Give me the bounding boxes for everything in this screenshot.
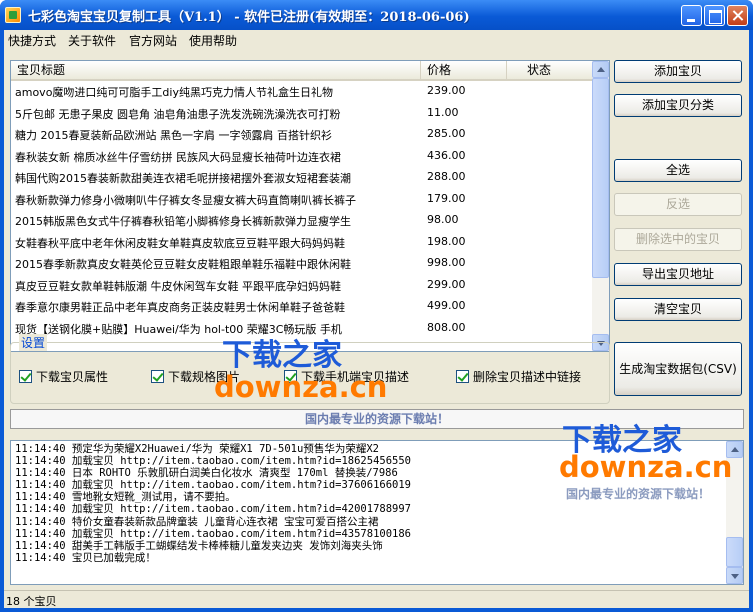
menu-about[interactable]: 关于软件 xyxy=(68,32,116,49)
watermark-tagline: 国内最专业的资源下载站！ xyxy=(566,487,711,501)
close-button[interactable] xyxy=(727,5,748,26)
minimize-button[interactable] xyxy=(681,5,702,26)
table-row[interactable]: 春秋新款弹力修身小微喇叭牛仔裤女冬显瘦女裤大码直筒喇叭裤长裤子 179.00 xyxy=(11,189,593,211)
row-price: 179.00 xyxy=(427,191,466,205)
checkbox-label: 删除宝贝描述中链接 xyxy=(473,370,582,384)
app-window: 七彩色淘宝宝贝复制工具（V1.1） - 软件已注册(有效期至：2018-06-0… xyxy=(0,0,753,612)
item-count: 18 个宝贝 xyxy=(6,595,57,608)
scroll-up-arrow-icon[interactable] xyxy=(592,61,609,78)
row-title: 春季意尔康男鞋正品中老年真皮商务正装皮鞋男士休闲单鞋子爸爸鞋 xyxy=(15,301,345,314)
log-line: 11:14:40 宝贝已加载完成！ xyxy=(15,551,156,564)
table-row[interactable]: 5斤包邮 无患子果皮 圆皂角 油皂角油患子洗发洗碗洗澡洗衣可打粉 11.00 xyxy=(11,103,593,125)
row-title: 韩国代购2015春装新款甜美连衣裙毛呢拼接裙摆外套淑女短裙套装潮 xyxy=(15,172,351,185)
add-category-button[interactable]: 添加宝贝分类 xyxy=(614,94,742,117)
menu-bar: 快捷方式 关于软件 官方网站 使用帮助 xyxy=(4,30,749,50)
checkbox-check-icon[interactable] xyxy=(456,370,469,383)
settings-label: 设置 xyxy=(19,334,48,351)
checkbox-label: 下载宝贝属性 xyxy=(36,370,109,384)
row-title: 现货【送钢化膜+贴膜】Huawei/华为 hol-t00 荣耀3C畅玩版 手机 xyxy=(15,322,342,336)
list-scrollbar[interactable] xyxy=(592,61,609,351)
row-title: 春秋装女新 棉质冰丝牛仔雪纺拼 民族风大码显瘦长袖荷叶边连衣裙 xyxy=(15,150,341,164)
row-price: 11.00 xyxy=(427,105,459,119)
row-price: 198.00 xyxy=(427,234,466,248)
app-icon xyxy=(5,7,21,23)
scroll-thumb[interactable] xyxy=(592,78,609,278)
export-urls-button[interactable]: 导出宝贝地址 xyxy=(614,263,742,286)
log-line: 11:14:40 甜美手工韩版手工蝴蝶结发卡棒棒糖儿童发夹边夹 发饰刘海夹头饰 xyxy=(15,539,383,552)
table-row[interactable]: 春季意尔康男鞋正品中老年真皮商务正装皮鞋男士休闲单鞋子爸爸鞋 499.00 xyxy=(11,296,593,318)
row-title: 糖力 2015春夏装新品欧洲站 黑色一字肩 一字领露肩 百搭针织衫 xyxy=(15,129,332,142)
list-header: 宝贝标题 价格 状态 xyxy=(11,61,593,81)
row-price: 998.00 xyxy=(427,256,466,269)
title-bar[interactable]: 七彩色淘宝宝贝复制工具（V1.1） - 软件已注册(有效期至：2018-06-0… xyxy=(0,0,753,30)
status-bar: 18 个宝贝 xyxy=(4,590,749,608)
column-status[interactable]: 状态 xyxy=(507,61,593,81)
add-item-button[interactable]: 添加宝贝 xyxy=(614,60,742,83)
table-row[interactable]: 女鞋春秋平底中老年休闲皮鞋女单鞋真皮软底豆豆鞋平跟大码妈妈鞋 198.00 xyxy=(11,232,593,254)
row-title: 女鞋春秋平底中老年休闲皮鞋女单鞋真皮软底豆豆鞋平跟大码妈妈鞋 xyxy=(15,236,345,250)
window-title: 七彩色淘宝宝贝复制工具（V1.1） - 软件已注册(有效期至：2018-06-0… xyxy=(28,10,470,25)
table-row[interactable]: 糖力 2015春夏装新品欧洲站 黑色一字肩 一字领露肩 百搭针织衫 285.00 xyxy=(11,124,593,146)
row-price: 285.00 xyxy=(427,127,466,140)
client-area: 快捷方式 关于软件 官方网站 使用帮助 宝贝标题 价格 状态 amovo魔吻进口… xyxy=(4,30,749,608)
checkbox-download-attributes[interactable]: 下载宝贝属性 xyxy=(19,368,108,385)
checkbox-check-icon[interactable] xyxy=(151,370,164,383)
invert-selection-button[interactable]: 反选 xyxy=(614,193,742,216)
watermark-logo-cn: 下载之家 xyxy=(222,338,342,373)
table-row[interactable]: 春秋装女新 棉质冰丝牛仔雪纺拼 民族风大码显瘦长袖荷叶边连衣裙 436.00 xyxy=(11,146,593,168)
generate-csv-button[interactable]: 生成淘宝数据包(CSV) xyxy=(614,342,742,396)
table-row[interactable]: 2015韩版黑色女式牛仔裤春秋铅笔小脚裤修身长裤新款弹力显瘦学生 98.00 xyxy=(11,210,593,232)
row-title: 2015韩版黑色女式牛仔裤春秋铅笔小脚裤修身长裤新款弹力显瘦学生 xyxy=(15,215,351,228)
row-price: 499.00 xyxy=(427,299,466,312)
delete-selected-button[interactable]: 删除选中的宝贝 xyxy=(614,228,742,251)
row-price: 436.00 xyxy=(427,148,466,162)
checkbox-check-icon[interactable] xyxy=(19,370,32,383)
select-all-button[interactable]: 全选 xyxy=(614,159,742,182)
maximize-button[interactable] xyxy=(704,5,725,26)
row-title: 5斤包邮 无患子果皮 圆皂角 油皂角油患子洗发洗碗洗澡洗衣可打粉 xyxy=(15,107,341,121)
scroll-down-arrow-icon[interactable] xyxy=(726,567,743,584)
table-row[interactable]: 2015春季新款真皮女鞋英伦豆豆鞋女皮鞋粗跟单鞋乐福鞋中跟休闲鞋 998.00 xyxy=(11,253,593,275)
table-row[interactable]: 韩国代购2015春装新款甜美连衣裙毛呢拼接裙摆外套淑女短裙套装潮 288.00 xyxy=(11,167,593,189)
menu-website[interactable]: 官方网站 xyxy=(129,32,177,49)
row-price: 808.00 xyxy=(427,320,466,334)
scroll-thumb[interactable] xyxy=(726,537,743,567)
row-title: 春秋新款弹力修身小微喇叭牛仔裤女冬显瘦女裤大码直筒喇叭裤长裤子 xyxy=(15,193,356,207)
row-price: 239.00 xyxy=(427,84,466,97)
table-row[interactable]: 真皮豆豆鞋女款单鞋韩版潮 牛皮休闲驾车女鞋 平跟平底孕妇妈妈鞋 299.00 xyxy=(11,275,593,297)
row-title: amovo魔吻进口纯可可脂手工diy纯黑巧克力情人节礼盒生日礼物 xyxy=(15,86,333,99)
row-price: 288.00 xyxy=(427,170,466,183)
column-price[interactable]: 价格 xyxy=(421,61,507,81)
log-line: 11:14:40 特价女童春装新款品牌童装 儿童背心连衣裙 宝宝可爱百搭公主裙 xyxy=(15,515,379,528)
log-line: 11:14:40 加载宝贝 http://item.taobao.com/ite… xyxy=(15,527,412,540)
item-list[interactable]: 宝贝标题 价格 状态 amovo魔吻进口纯可可脂手工diy纯黑巧克力情人节礼盒生… xyxy=(10,60,610,352)
watermark-logo-en-2: downza.cn xyxy=(559,450,733,484)
clear-items-button[interactable]: 清空宝贝 xyxy=(614,298,742,321)
row-title: 2015春季新款真皮女鞋英伦豆豆鞋女皮鞋粗跟单鞋乐福鞋中跟休闲鞋 xyxy=(15,258,351,271)
column-title[interactable]: 宝贝标题 xyxy=(11,61,421,81)
table-row[interactable]: amovo魔吻进口纯可可脂手工diy纯黑巧克力情人节礼盒生日礼物 239.00 xyxy=(11,81,593,103)
log-line: 11:14:40 加载宝贝 http://item.taobao.com/ite… xyxy=(15,503,412,516)
row-title: 真皮豆豆鞋女款单鞋韩版潮 牛皮休闲驾车女鞋 平跟平底孕妇妈妈鞋 xyxy=(15,279,341,293)
menu-shortcuts[interactable]: 快捷方式 xyxy=(8,32,56,49)
checkbox-remove-desc-links[interactable]: 删除宝贝描述中链接 xyxy=(456,368,581,385)
row-price: 299.00 xyxy=(427,277,466,291)
row-price: 98.00 xyxy=(427,213,459,226)
menu-help[interactable]: 使用帮助 xyxy=(189,32,237,49)
watermark-logo-en: downza.cn xyxy=(214,370,388,404)
